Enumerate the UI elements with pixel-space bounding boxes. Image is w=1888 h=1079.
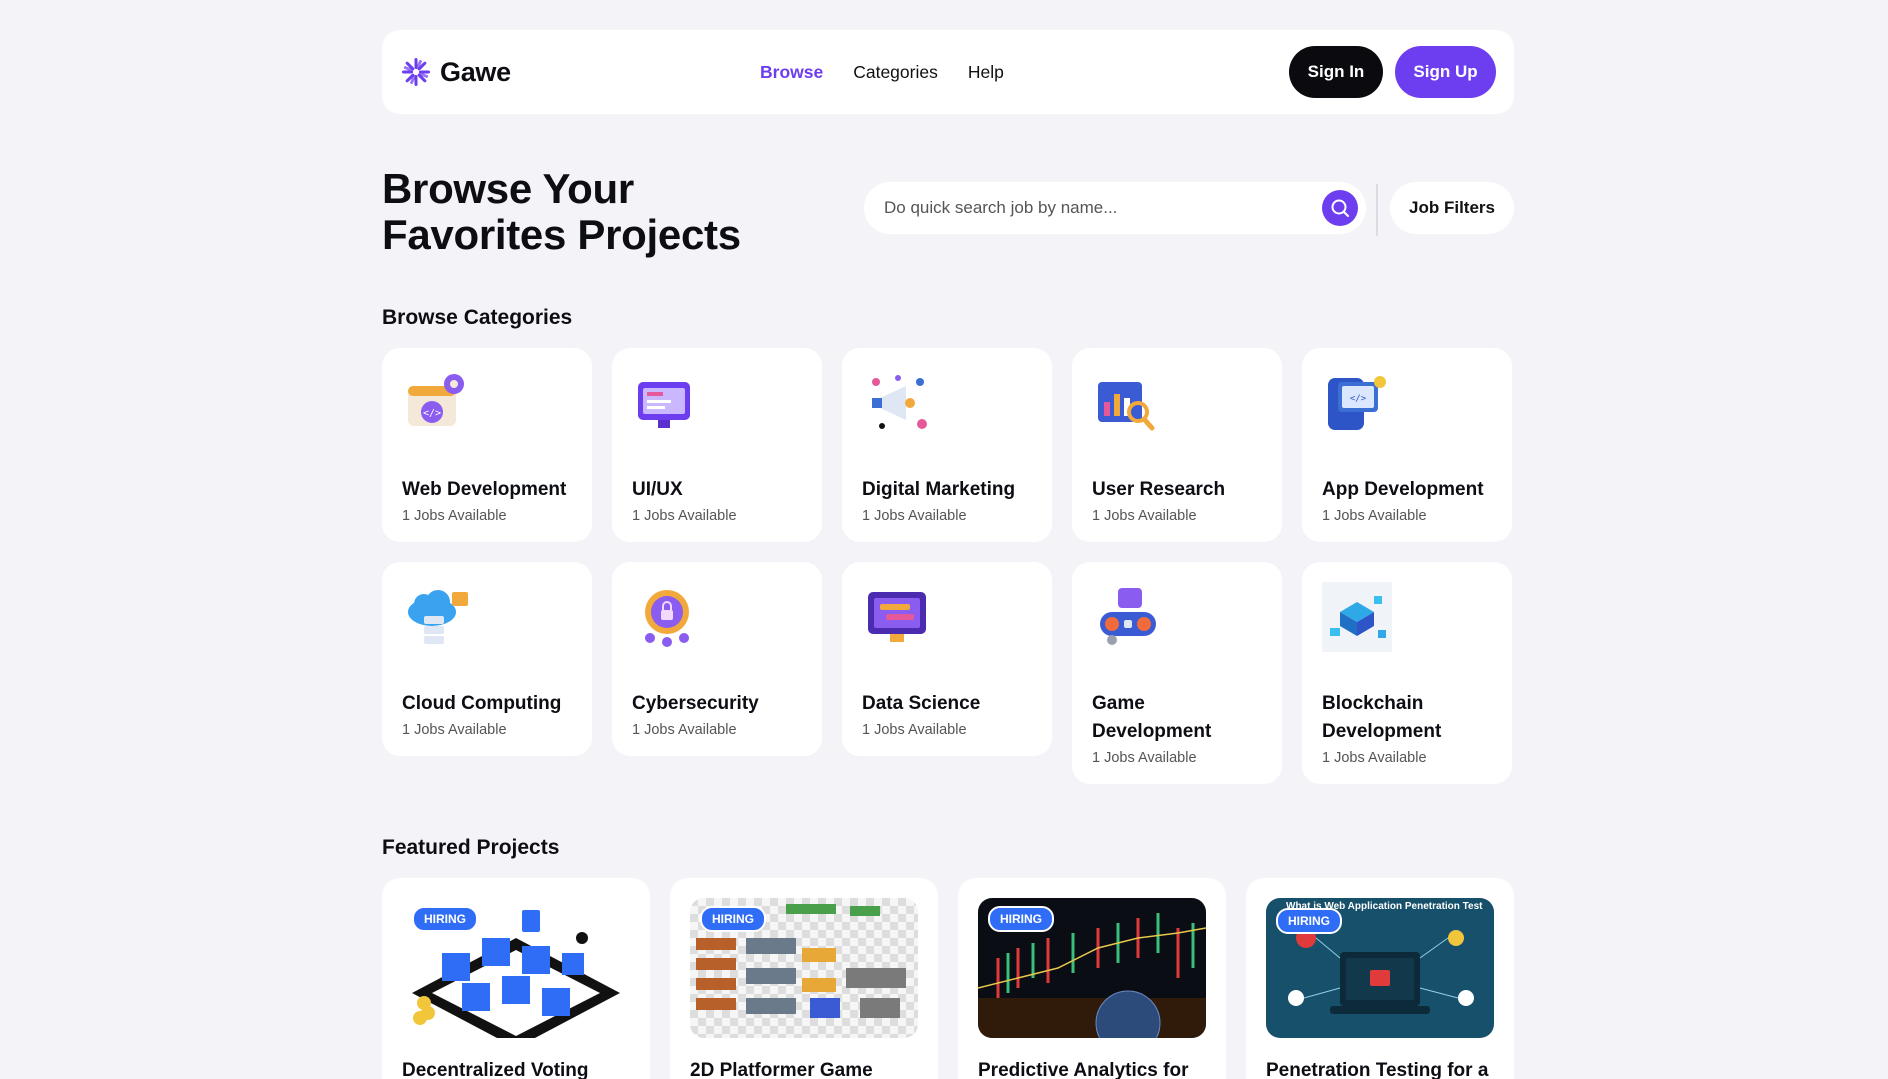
category-card-user-research[interactable]: User Research 1 Jobs Available <box>1072 348 1282 542</box>
project-title: Penetration Testing for a <box>1266 1060 1489 1079</box>
category-card-cloud-computing[interactable]: Cloud Computing 1 Jobs Available <box>382 562 592 756</box>
project-title: Decentralized Voting <box>402 1060 589 1079</box>
category-name: User Research <box>1092 479 1226 500</box>
project-title: Predictive Analytics for <box>978 1060 1189 1079</box>
category-jobs-count: 1 Jobs Available <box>1322 508 1427 524</box>
web-development-icon: </> <box>402 368 472 438</box>
sign-in-button[interactable]: Sign In <box>1289 46 1383 98</box>
browse-categories-title: Browse Categories <box>382 306 573 329</box>
category-card-data-science[interactable]: Data Science 1 Jobs Available <box>842 562 1052 756</box>
category-jobs-count: 1 Jobs Available <box>862 722 967 738</box>
job-filters-button[interactable]: Job Filters <box>1390 182 1514 234</box>
project-thumbnail: HIRING <box>690 898 918 1038</box>
gawe-logo-icon <box>402 58 430 86</box>
nav-help[interactable]: Help <box>968 62 1004 83</box>
category-jobs-count: 1 Jobs Available <box>1322 750 1427 766</box>
category-jobs-count: 1 Jobs Available <box>402 508 507 524</box>
project-card-2d-platformer-game[interactable]: HIRING 2D Platformer Game <box>670 878 938 1079</box>
category-jobs-count: 1 Jobs Available <box>402 722 507 738</box>
cybersecurity-icon <box>632 582 702 652</box>
blockchain-development-icon <box>1322 582 1392 652</box>
hiring-badge: HIRING <box>988 906 1054 932</box>
hiring-badge: HIRING <box>412 906 478 932</box>
hiring-badge: HIRING <box>1276 908 1342 934</box>
search-button[interactable] <box>1322 190 1358 226</box>
auth-buttons: Sign In Sign Up <box>1289 46 1496 98</box>
svg-text:</>: </> <box>423 408 441 419</box>
nav-browse[interactable]: Browse <box>760 62 823 83</box>
project-card-predictive-analytics[interactable]: HIRING Predictive Analytics for <box>958 878 1226 1079</box>
featured-projects-title: Featured Projects <box>382 836 560 859</box>
category-name: Cybersecurity <box>632 693 759 714</box>
category-name: Blockchain Development <box>1322 693 1442 742</box>
category-name: Digital Marketing <box>862 479 1016 500</box>
search-input[interactable] <box>884 198 1322 218</box>
category-name: UI/UX <box>632 479 683 500</box>
page-title: Browse Your Favorites Projects <box>382 166 802 258</box>
category-jobs-count: 1 Jobs Available <box>862 508 967 524</box>
project-card-decentralized-voting[interactable]: HIRING Decentralized Voting <box>382 878 650 1079</box>
project-thumbnail: HIRING <box>402 898 630 1038</box>
nav-categories[interactable]: Categories <box>853 62 938 83</box>
page-title-line2: Favorites Projects <box>382 211 741 258</box>
data-science-icon <box>862 582 932 652</box>
svg-text:</>: </> <box>1350 394 1367 404</box>
user-research-icon <box>1092 368 1162 438</box>
project-title: 2D Platformer Game <box>690 1060 873 1079</box>
category-name: Game Development <box>1092 693 1212 742</box>
app-development-icon: </> <box>1322 368 1392 438</box>
ui-ux-icon <box>632 368 702 438</box>
page-title-line1: Browse Your <box>382 165 634 212</box>
hero-section: Browse Your Favorites Projects Job Filte… <box>382 160 1514 260</box>
category-card-cybersecurity[interactable]: Cybersecurity 1 Jobs Available <box>612 562 822 756</box>
brand-logo[interactable]: Gawe <box>400 56 760 88</box>
category-jobs-count: 1 Jobs Available <box>1092 750 1197 766</box>
category-name: Data Science <box>862 693 981 714</box>
search-divider <box>1376 184 1378 236</box>
project-thumbnail: HIRING <box>978 898 1206 1038</box>
category-card-web-development[interactable]: </> Web Development 1 Jobs Available <box>382 348 592 542</box>
category-jobs-count: 1 Jobs Available <box>632 722 737 738</box>
search-bar <box>864 182 1366 234</box>
digital-marketing-icon <box>862 368 932 438</box>
brand-name: Gawe <box>440 56 511 87</box>
category-name: Web Development <box>402 479 567 500</box>
main-nav: Browse Categories Help <box>760 62 1004 83</box>
category-jobs-count: 1 Jobs Available <box>1092 508 1197 524</box>
category-card-game-development[interactable]: Game Development 1 Jobs Available <box>1072 562 1282 784</box>
cloud-computing-icon <box>402 582 472 652</box>
hiring-badge: HIRING <box>700 906 766 932</box>
category-jobs-count: 1 Jobs Available <box>632 508 737 524</box>
category-card-app-development[interactable]: </> App Development 1 Jobs Available <box>1302 348 1512 542</box>
game-development-icon <box>1092 582 1162 652</box>
category-card-ui-ux[interactable]: UI/UX 1 Jobs Available <box>612 348 822 542</box>
category-name: Cloud Computing <box>402 693 562 714</box>
category-name: App Development <box>1322 479 1484 500</box>
sign-up-button[interactable]: Sign Up <box>1395 46 1496 98</box>
category-card-digital-marketing[interactable]: Digital Marketing 1 Jobs Available <box>842 348 1052 542</box>
category-card-blockchain-development[interactable]: Blockchain Development 1 Jobs Available <box>1302 562 1512 784</box>
project-thumbnail: What is Web Application Penetration Test… <box>1266 898 1494 1038</box>
top-navbar: Gawe Browse Categories Help Sign In Sign… <box>382 30 1514 114</box>
project-card-penetration-testing[interactable]: What is Web Application Penetration Test… <box>1246 878 1514 1079</box>
search-icon <box>1331 199 1349 217</box>
